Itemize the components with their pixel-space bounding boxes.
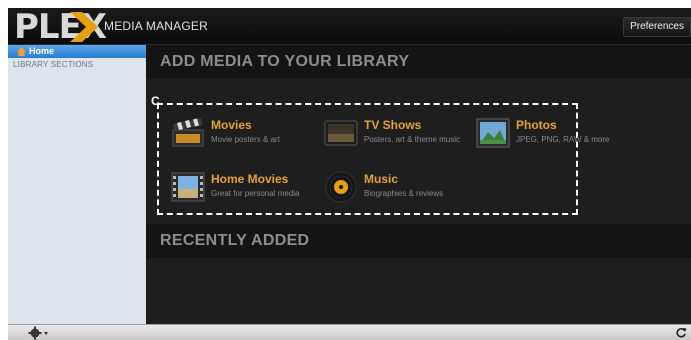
media-type-description: Movie posters & art — [211, 135, 280, 144]
library-sections-heading: LIBRARY SECTIONS — [13, 60, 94, 69]
media-type-description: Posters, art & theme music — [364, 135, 461, 144]
refresh-icon[interactable] — [675, 327, 687, 339]
app-window: PLEX MEDIA MANAGER Preferences Home LIBR… — [8, 8, 691, 340]
preferences-button[interactable]: Preferences — [623, 17, 691, 37]
home-icon — [17, 47, 26, 56]
media-type-name: Music — [364, 172, 399, 186]
film-strip-icon — [171, 172, 205, 202]
media-type-home-movies[interactable]: Home Movies Great for personal media — [171, 170, 321, 206]
tv-icon — [324, 120, 358, 146]
clapperboard-icon — [172, 118, 204, 147]
media-type-description: Great for personal media — [211, 189, 300, 198]
media-type-description: JPEG, PNG, RAW & more — [516, 135, 610, 144]
add-media-header: ADD MEDIA TO YOUR LIBRARY — [146, 45, 691, 79]
app-title: MEDIA MANAGER — [104, 19, 208, 33]
section-title: ADD MEDIA TO YOUR LIBRARY — [160, 53, 410, 70]
section-title: RECENTLY ADDED — [160, 232, 310, 249]
media-type-name: Home Movies — [211, 172, 289, 186]
media-type-photos[interactable]: Photos JPEG, PNG, RAW & more — [476, 116, 626, 152]
main-panel: ADD MEDIA TO YOUR LIBRARY C Movies Movie… — [146, 45, 691, 324]
media-type-tv-shows[interactable]: TV Shows Posters, art & theme music — [324, 116, 474, 152]
sidebar-item-label: Home — [29, 46, 55, 56]
gear-icon[interactable] — [28, 326, 50, 340]
media-type-description: Biographies & reviews — [364, 189, 444, 198]
media-type-name: TV Shows — [364, 118, 422, 132]
photo-icon — [476, 118, 510, 148]
media-type-name: Photos — [516, 118, 557, 132]
sidebar-item-home[interactable]: Home — [8, 45, 146, 58]
recently-added-header: RECENTLY ADDED — [146, 224, 691, 258]
media-type-music[interactable]: Music Biographies & reviews — [324, 170, 464, 206]
top-bar: PLEX MEDIA MANAGER Preferences — [8, 8, 691, 46]
vinyl-record-icon — [325, 171, 357, 203]
plex-chevron-icon — [70, 12, 98, 42]
sidebar: Home LIBRARY SECTIONS — [8, 45, 146, 324]
media-type-name: Movies — [211, 118, 252, 132]
media-type-movies[interactable]: Movies Movie posters & art — [171, 116, 311, 152]
bottom-toolbar — [8, 324, 691, 340]
